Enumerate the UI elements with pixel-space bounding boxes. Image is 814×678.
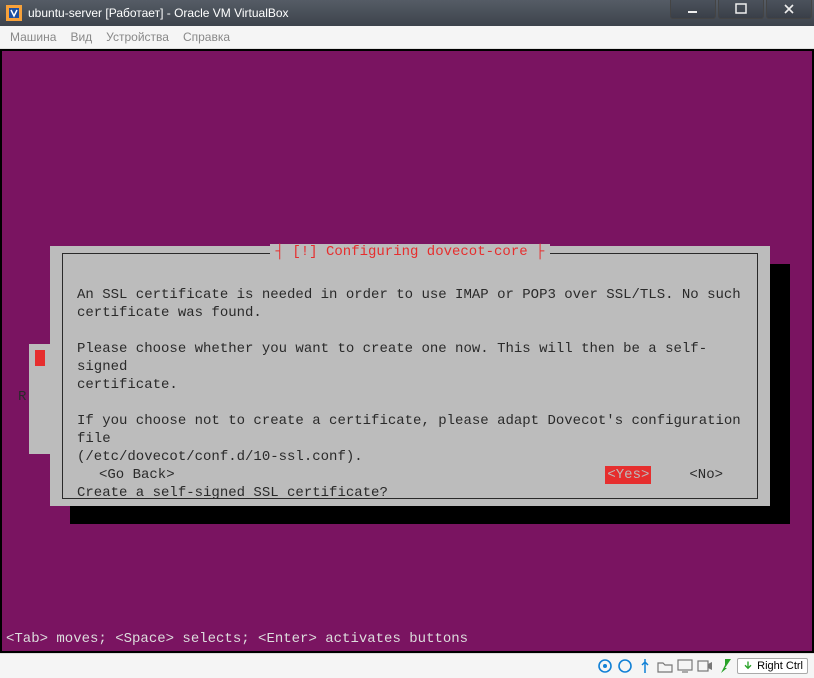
mouse-integ-icon[interactable]: [717, 658, 733, 674]
menubar: Машина Вид Устройства Справка: [0, 26, 814, 49]
dialog-title: ┤ [!] Configuring dovecot-core ├: [270, 244, 551, 260]
background-char: R: [18, 389, 26, 405]
menu-machine[interactable]: Машина: [10, 30, 56, 44]
statusbar: Right Ctrl: [0, 653, 814, 678]
host-key-label: Right Ctrl: [757, 660, 803, 672]
display-icon[interactable]: [677, 658, 693, 674]
shared-folder-icon[interactable]: [657, 658, 673, 674]
dialog-text-4: Create a self-signed SSL certificate?: [77, 485, 388, 501]
menu-view[interactable]: Вид: [70, 30, 92, 44]
close-button[interactable]: [766, 0, 812, 19]
dialog-text-2: Please choose whether you want to create…: [77, 341, 707, 393]
usb-icon[interactable]: [637, 658, 653, 674]
red-marker: [35, 350, 45, 366]
host-key-indicator[interactable]: Right Ctrl: [737, 658, 808, 674]
no-button[interactable]: <No>: [689, 466, 723, 484]
minimize-button[interactable]: [670, 0, 716, 19]
menu-devices[interactable]: Устройства: [106, 30, 169, 44]
nav-hint: <Tab> moves; <Space> selects; <Enter> ac…: [6, 631, 468, 647]
dialog-text-1: An SSL certificate is needed in order to…: [77, 287, 741, 321]
yes-button[interactable]: <Yes>: [605, 466, 651, 484]
arrow-down-icon: [742, 660, 754, 672]
vm-display[interactable]: R ┤ [!] Configuring dovecot-core ├ An SS…: [2, 51, 812, 651]
maximize-button[interactable]: [718, 0, 764, 19]
vbox-icon: [6, 5, 22, 21]
window-titlebar: ubuntu-server [Работает] - Oracle VM Vir…: [0, 0, 814, 26]
config-dialog: ┤ [!] Configuring dovecot-core ├ An SSL …: [50, 246, 770, 506]
optical-icon[interactable]: [617, 658, 633, 674]
hdd-icon[interactable]: [597, 658, 613, 674]
dialog-text-3: If you choose not to create a certificat…: [77, 413, 749, 465]
go-back-button[interactable]: <Go Back>: [99, 466, 175, 484]
window-title: ubuntu-server [Работает] - Oracle VM Vir…: [28, 6, 670, 20]
menu-help[interactable]: Справка: [183, 30, 230, 44]
recording-icon[interactable]: [697, 658, 713, 674]
